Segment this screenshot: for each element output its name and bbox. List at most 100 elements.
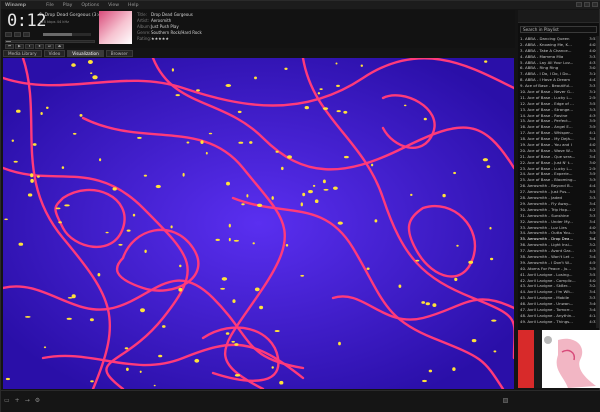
viz-dot [360, 64, 363, 67]
viz-dot [126, 229, 131, 232]
close-button[interactable] [592, 2, 598, 7]
play-button[interactable]: ▶ [15, 44, 24, 49]
viz-dot [234, 343, 239, 346]
viz-dot [484, 60, 488, 63]
meta-rating: Rating:★★★★★ [137, 36, 202, 42]
screen-icon[interactable]: ▭ [4, 397, 10, 404]
minimize-button[interactable] [576, 2, 582, 7]
viz-dot [215, 238, 220, 241]
add-icon[interactable]: + [15, 397, 20, 404]
viz-dot [493, 350, 497, 353]
viz-dot [55, 207, 61, 210]
repeat-button[interactable] [14, 32, 21, 37]
viz-dot [468, 260, 474, 264]
menu-bar: File Play Options View Help [46, 3, 138, 8]
album-art[interactable] [518, 330, 600, 388]
viz-dot [425, 302, 430, 306]
viz-dot [432, 303, 437, 307]
menu-file[interactable]: File [46, 3, 54, 8]
viz-dot [43, 346, 47, 349]
viz-dot [124, 347, 129, 350]
pause-button[interactable]: ⏸ [25, 44, 34, 49]
viz-dot [162, 325, 166, 328]
viz-dot [287, 155, 292, 159]
meta-value: Drop Dead Gorgeous [151, 12, 193, 17]
viz-dot [304, 106, 309, 110]
viz-dot [228, 237, 231, 242]
viz-dot [422, 379, 427, 383]
eject-button[interactable]: ⏏ [55, 44, 64, 49]
viz-dot [171, 68, 174, 72]
viz-dot [281, 166, 284, 171]
window-controls [576, 2, 598, 7]
volume-slider[interactable] [43, 33, 91, 36]
viz-dot [143, 174, 147, 177]
viz-dot [252, 242, 255, 245]
viz-dot [344, 155, 349, 159]
viz-dot [259, 305, 264, 310]
viz-dot [319, 88, 323, 90]
playlist-scrollbar[interactable] [596, 36, 599, 328]
viz-dot [155, 184, 161, 189]
viz-dot [302, 192, 306, 197]
next-button[interactable]: ⏭ [45, 44, 54, 49]
tab-browser[interactable]: Browser [105, 50, 133, 57]
visualization-graphic [3, 58, 514, 389]
menu-options[interactable]: Options [81, 3, 99, 8]
viz-dot [471, 339, 477, 343]
arrow-icon[interactable]: → [25, 397, 30, 404]
viz-dot [89, 318, 94, 322]
seek-progress [6, 41, 12, 42]
viz-dot [4, 218, 8, 221]
tab-video[interactable]: Video [43, 50, 66, 57]
viz-dot [421, 301, 426, 304]
viz-dot [234, 374, 241, 377]
viz-dot [137, 136, 142, 139]
viz-dot [40, 112, 43, 115]
seek-bar[interactable] [5, 40, 95, 43]
viz-dot [246, 194, 249, 198]
viz-dot [486, 165, 491, 168]
bitrate-info: 128 kbps 44 kHz [39, 20, 70, 24]
playlist-item[interactable]: 49. Avril Lavigne - Things... 4:32 [520, 319, 598, 325]
menu-help[interactable]: Help [128, 3, 138, 8]
track-metadata: Title: Drop Dead Gorgeous Artist: Aerosmit… [137, 12, 202, 42]
album-thumbnail[interactable] [99, 11, 132, 44]
viz-dot [232, 299, 236, 303]
viz-dot [97, 273, 101, 277]
viz-dot [221, 277, 228, 281]
tab-visualization[interactable]: Visualization [67, 50, 104, 57]
viz-dot [61, 166, 65, 169]
volume-level [43, 33, 72, 36]
stop-button[interactable]: ⏹ [35, 44, 44, 49]
viz-dot [317, 92, 321, 95]
meta-value: Just Push Play [151, 24, 179, 29]
eq-button[interactable] [23, 32, 30, 37]
menu-play[interactable]: Play [63, 3, 73, 8]
viz-dot [254, 287, 260, 292]
previous-button[interactable]: ⏮ [5, 44, 14, 49]
playlist-search-input[interactable]: Search in Playlist [520, 26, 597, 33]
viz-dot [178, 287, 183, 292]
viz-dot [442, 193, 446, 198]
viz-dot [453, 171, 456, 175]
viz-dot [398, 284, 402, 288]
shuffle-button[interactable] [5, 32, 12, 37]
rating-stars[interactable]: ★★★★★ [151, 36, 169, 41]
menu-view[interactable]: View [108, 3, 119, 8]
viz-dot [335, 62, 338, 65]
settings-icon[interactable]: ⚙ [35, 397, 40, 404]
viz-dot [254, 76, 257, 80]
viz-dot [220, 287, 226, 290]
viz-dot [186, 141, 190, 144]
tab-media-library[interactable]: Media Library [3, 50, 42, 57]
track-title: 6. Drop Dead Gorgeous (3:42) [39, 13, 106, 18]
resize-grip[interactable] [503, 398, 508, 403]
viz-dot [5, 377, 10, 381]
visualization-canvas[interactable] [3, 58, 514, 389]
viz-dot [285, 244, 289, 247]
viz-dot [66, 317, 72, 320]
viz-dot [58, 221, 62, 224]
viz-dot [30, 173, 34, 178]
maximize-button[interactable] [584, 2, 590, 7]
